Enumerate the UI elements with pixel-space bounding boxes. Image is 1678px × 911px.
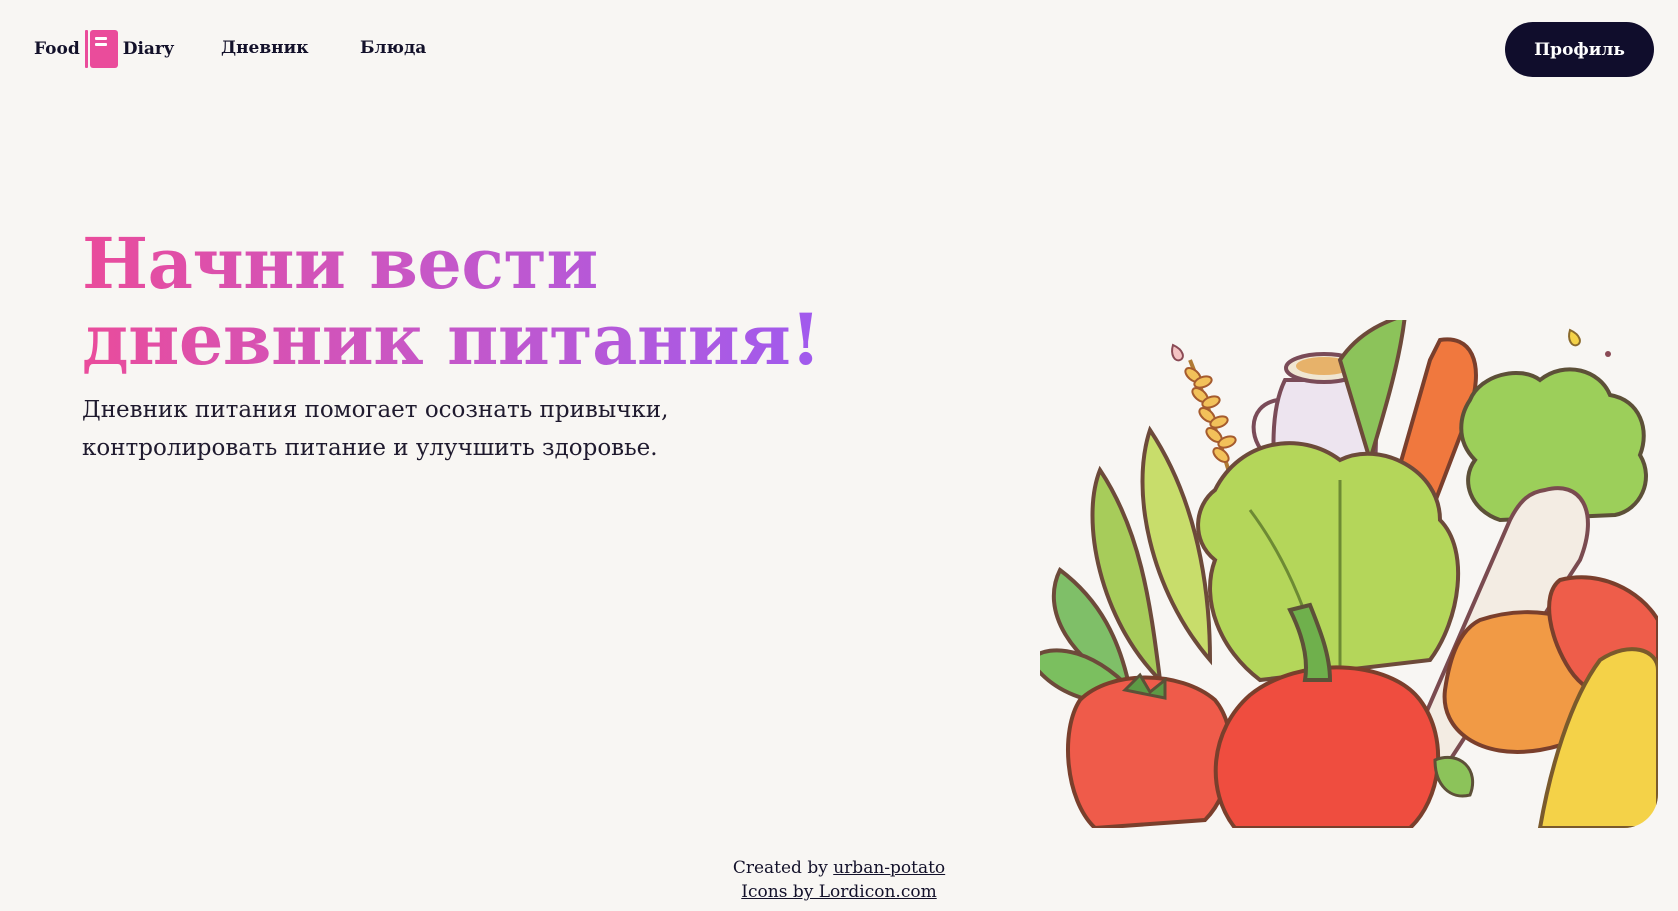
vegetables-illustration — [1040, 320, 1658, 828]
footer-icons-line: Icons by Lordicon.com — [0, 880, 1678, 904]
vegetables-image — [1040, 320, 1658, 828]
brand-word-food: Food — [34, 39, 80, 59]
nav-link-diary[interactable]: Дневник — [221, 38, 309, 58]
notebook-icon — [84, 30, 118, 68]
footer: Created by urban-potato Icons by Lordico… — [0, 856, 1678, 904]
hero-title-line-1: Начни вести — [82, 222, 598, 305]
hero-title-line-2: дневник питания! — [82, 298, 821, 381]
lordicon-link[interactable]: Icons by Lordicon.com — [741, 882, 936, 902]
brand-word-diary: Diary — [122, 39, 174, 59]
hero-subtitle-line-2: контролировать питание и улучшить здоров… — [82, 435, 658, 461]
landing-page: Food Diary Дневник Блюда Профиль Начни в… — [0, 0, 1678, 911]
footer-created-prefix: Created by — [732, 858, 834, 878]
brand-logo-link[interactable]: Food Diary — [34, 30, 174, 68]
profile-button[interactable]: Профиль — [1505, 22, 1654, 77]
hero-subtitle-line-1: Дневник питания помогает осознать привыч… — [82, 397, 669, 423]
author-link[interactable]: urban-potato — [833, 858, 945, 878]
nav-link-dishes[interactable]: Блюда — [360, 38, 426, 58]
hero-title: Начни вести дневник питания! — [82, 226, 862, 378]
footer-credit-line: Created by urban-potato — [0, 856, 1678, 880]
hero-subtitle: Дневник питания помогает осознать привыч… — [82, 391, 762, 467]
